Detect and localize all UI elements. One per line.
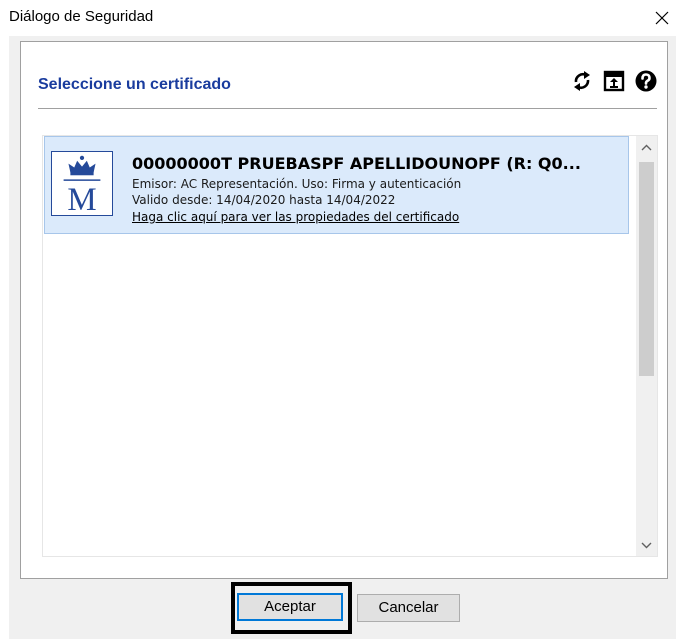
svg-text:M: M xyxy=(67,182,96,215)
certificate-logo: M xyxy=(51,151,113,218)
chevron-down-icon xyxy=(641,542,652,548)
certificate-list-item[interactable]: M 00000000T PRUEBASPF APELLIDOUNOPF (R: … xyxy=(44,136,629,234)
window-title: Diálogo de Seguridad xyxy=(9,8,154,25)
dialog-client-area: Seleccione un certificado M 00000000T PR… xyxy=(9,36,676,639)
certificate-list[interactable]: M 00000000T PRUEBASPF APELLIDOUNOPF (R: … xyxy=(42,135,658,557)
refresh-icon xyxy=(574,71,590,91)
certificate-properties-link[interactable]: Haga clic aquí para ver las propiedades … xyxy=(132,210,459,224)
open-certificate-button[interactable] xyxy=(603,70,625,92)
chevron-up-icon xyxy=(641,144,652,150)
header-divider xyxy=(38,108,657,109)
scrollbar-thumb[interactable] xyxy=(639,162,654,376)
certificate-validity: Valido desde: 14/04/2020 hasta 14/04/202… xyxy=(132,193,396,207)
title-bar: Diálogo de Seguridad xyxy=(0,0,685,36)
help-icon xyxy=(635,70,657,92)
help-button[interactable] xyxy=(635,70,657,92)
royal-crown-m-logo: M xyxy=(63,155,101,218)
header-toolbar xyxy=(571,70,657,92)
refresh-button[interactable] xyxy=(571,70,593,92)
cancel-button[interactable]: Cancelar xyxy=(357,594,460,622)
close-icon xyxy=(655,11,669,25)
scroll-down-button[interactable] xyxy=(636,534,657,556)
open-certificate-icon xyxy=(603,70,625,92)
panel-title: Seleccione un certificado xyxy=(38,76,231,93)
scroll-up-button[interactable] xyxy=(636,136,657,158)
accept-button[interactable]: Aceptar xyxy=(237,593,343,621)
certificate-name: 00000000T PRUEBASPF APELLIDOUNOPF (R: Q0… xyxy=(132,154,581,173)
certificate-issuer: Emisor: AC Representación. Uso: Firma y … xyxy=(132,177,462,191)
certificate-panel: Seleccione un certificado M 00000000T PR… xyxy=(20,41,668,579)
close-button[interactable] xyxy=(639,0,685,36)
vertical-scrollbar[interactable] xyxy=(636,136,657,556)
